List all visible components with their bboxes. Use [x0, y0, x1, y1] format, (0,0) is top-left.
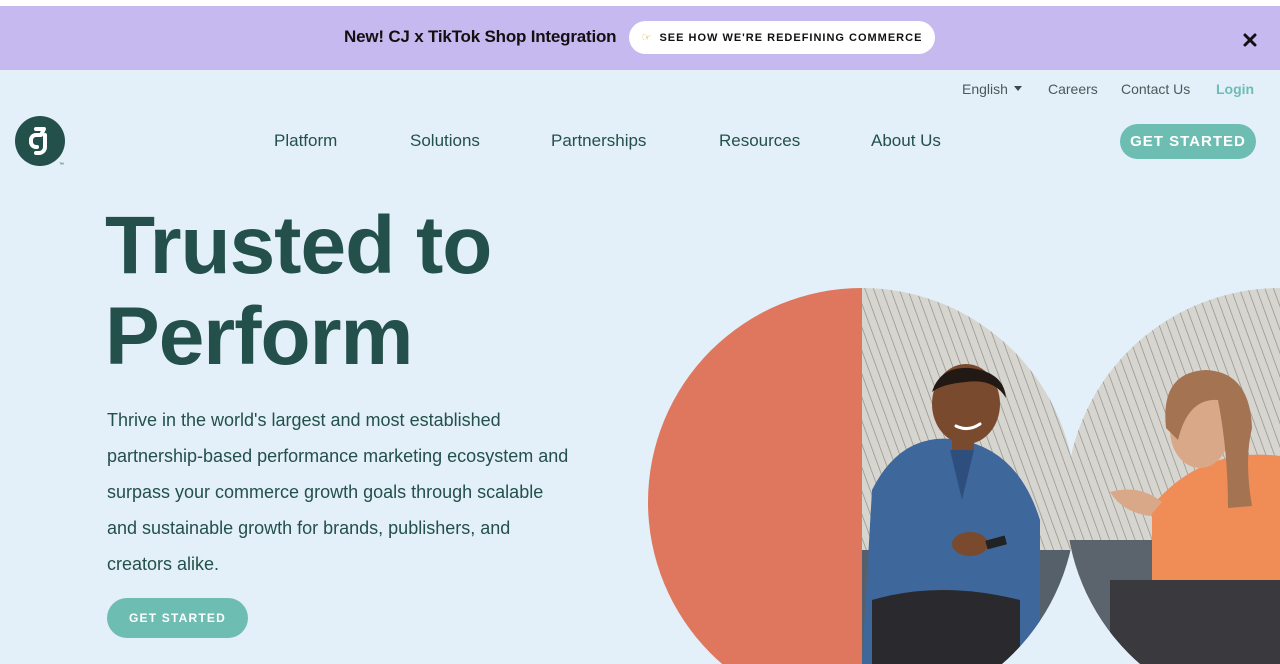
get-started-button[interactable]: GET STARTED — [1120, 124, 1256, 159]
nav-platform[interactable]: Platform — [274, 131, 337, 151]
coral-half-circle — [648, 288, 862, 664]
login-link[interactable]: Login — [1216, 81, 1254, 97]
trademark-mark: ™ — [59, 162, 64, 168]
banner-cta-button[interactable]: ☞ SEE HOW WE'RE REDEFINING COMMERCE — [629, 21, 935, 54]
pointing-hand-icon: ☞ — [641, 32, 652, 44]
language-selector[interactable]: English — [962, 81, 1022, 97]
banner-cta-label: SEE HOW WE'RE REDEFINING COMMERCE — [659, 31, 923, 44]
banner-headline: New! CJ x TikTok Shop Integration — [344, 27, 617, 46]
close-icon[interactable] — [1238, 28, 1262, 52]
careers-link[interactable]: Careers — [1048, 81, 1098, 97]
nav-resources[interactable]: Resources — [719, 131, 800, 151]
hero-title: Trusted to Perform — [105, 200, 625, 382]
nav-solutions[interactable]: Solutions — [410, 131, 480, 151]
hero-title-line-1: Trusted to — [105, 200, 492, 291]
hero-get-started-button[interactable]: GET STARTED — [107, 598, 248, 638]
nav-partnerships[interactable]: Partnerships — [551, 131, 646, 151]
language-label: English — [962, 81, 1008, 97]
nav-about-us[interactable]: About Us — [871, 131, 941, 151]
chevron-down-icon — [1013, 86, 1022, 91]
hero-subtitle: Thrive in the world's largest and most e… — [107, 410, 569, 574]
hero-title-line-2: Perform — [105, 291, 413, 382]
hero-illustration — [648, 288, 1280, 664]
man-photo — [862, 288, 1076, 664]
cj-logo[interactable]: ™ — [15, 116, 67, 168]
promo-banner: New! CJ x TikTok Shop Integration ☞ SEE … — [0, 6, 1280, 70]
contact-link[interactable]: Contact Us — [1121, 81, 1190, 97]
woman-photo — [1066, 288, 1280, 664]
